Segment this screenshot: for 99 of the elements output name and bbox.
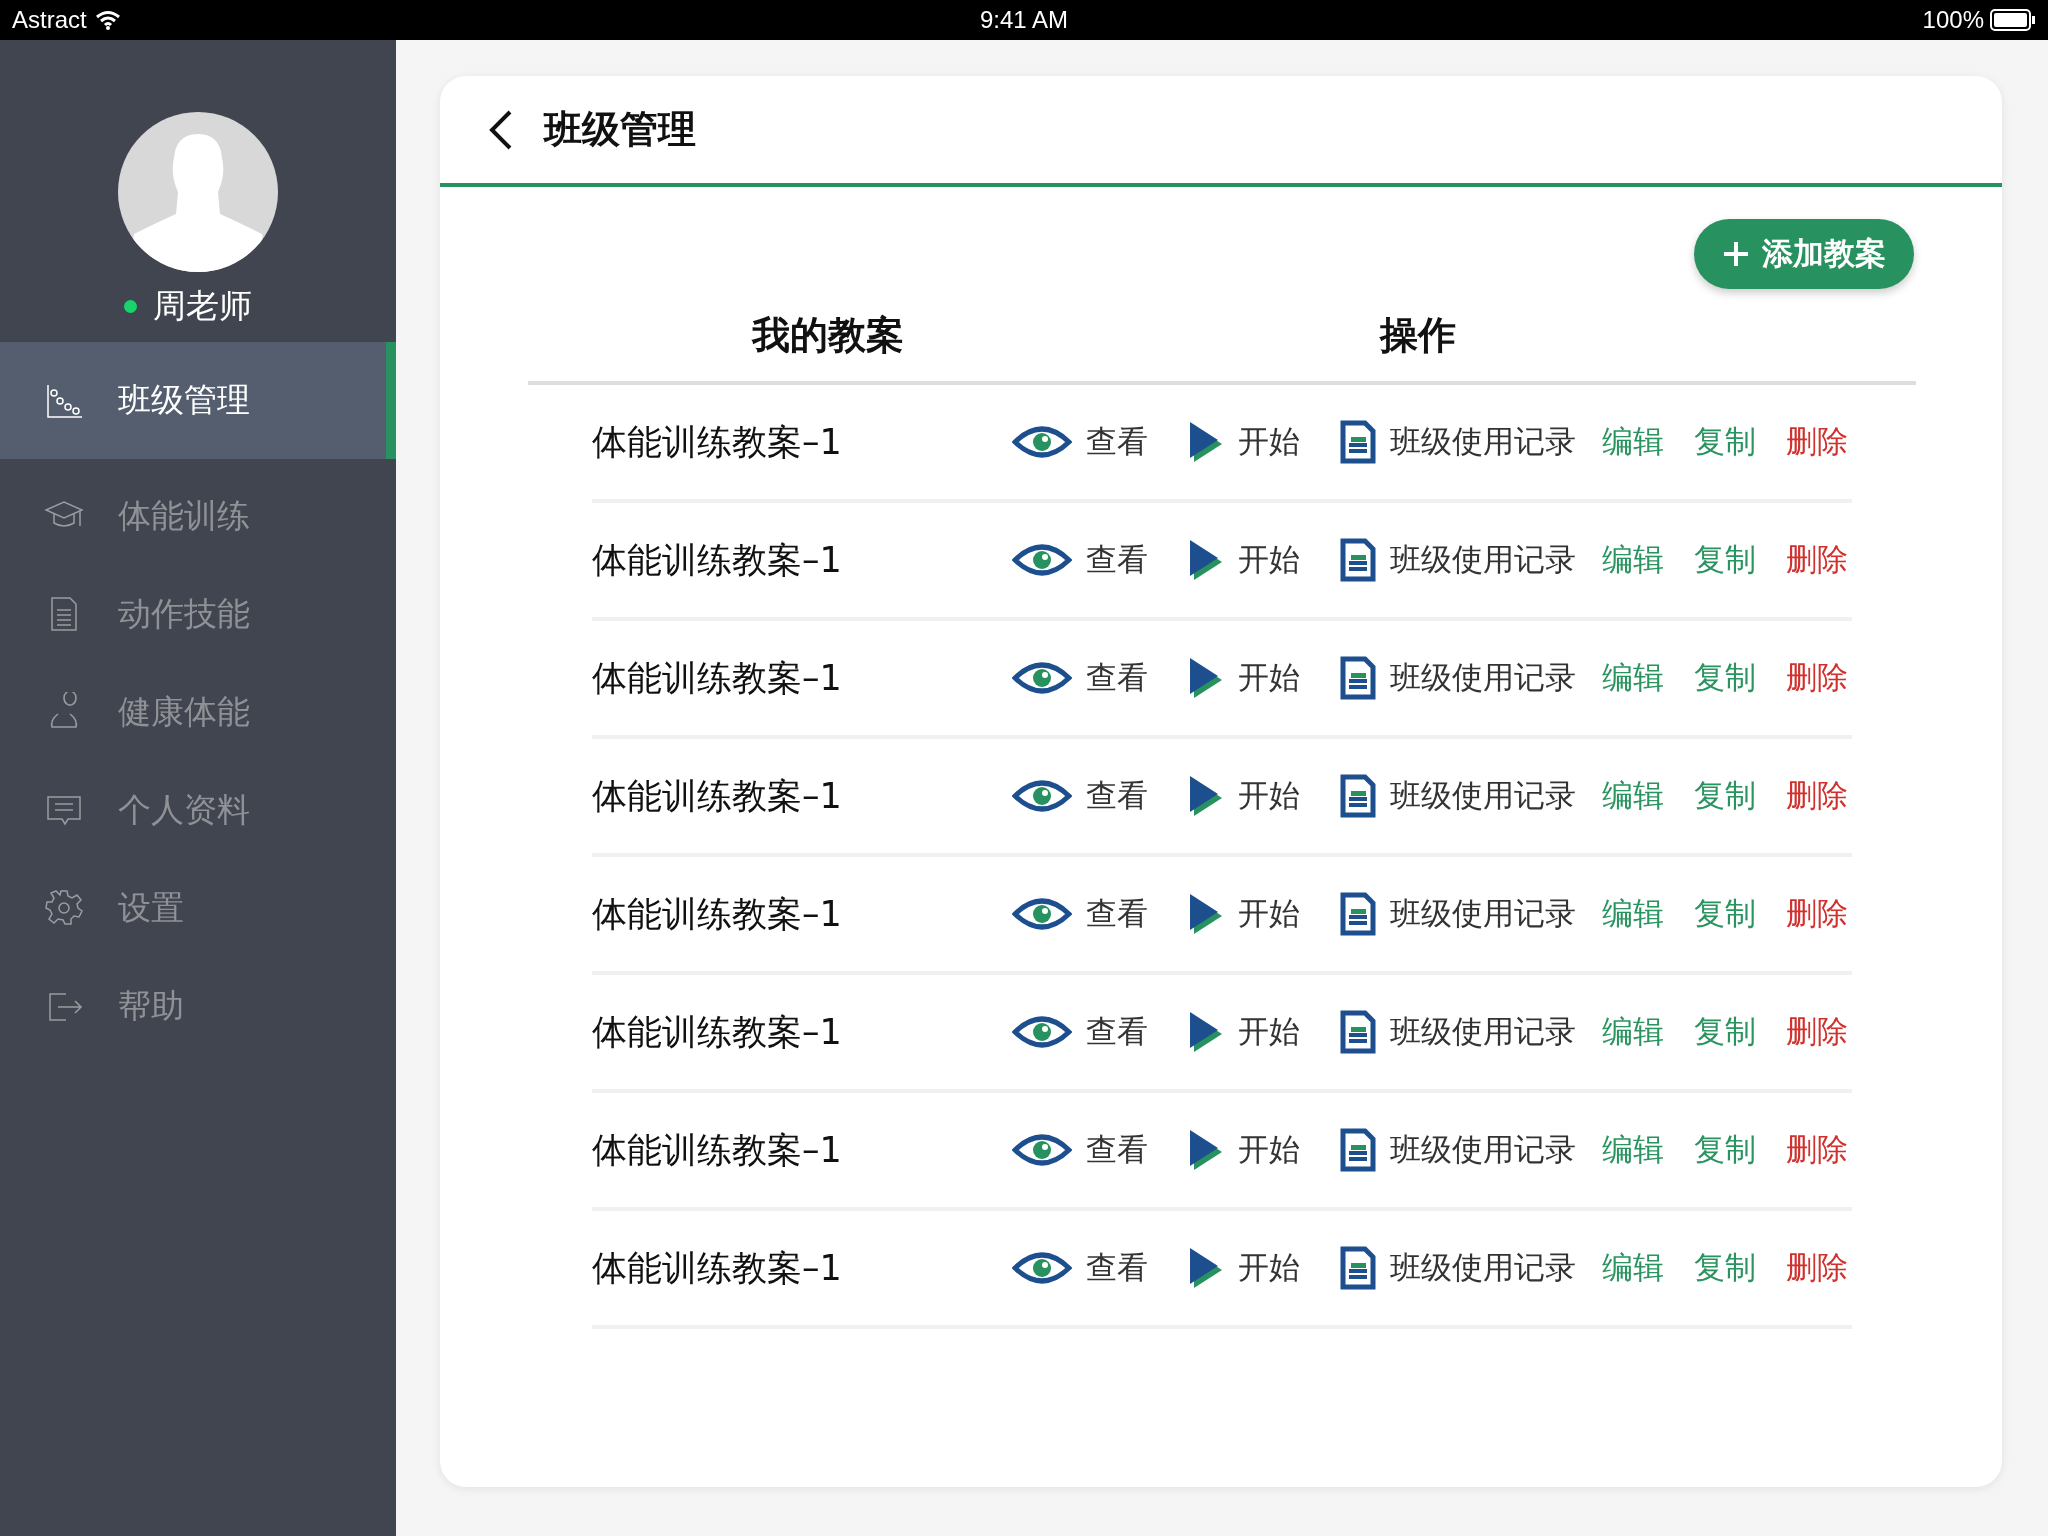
document-icon [1340,774,1376,818]
user-name: 周老师 [153,285,252,327]
action-link[interactable]: 删除 [1782,421,1852,463]
wifi-icon [94,10,121,30]
usage-record-button[interactable]: 班级使用记录 [1340,774,1576,818]
start-button[interactable]: 开始 [1188,892,1300,936]
eye-icon [1012,660,1072,696]
usage-record-button[interactable]: 班级使用记录 [1340,538,1576,582]
action-link[interactable]: 编辑 [1598,539,1668,581]
action-link[interactable]: 编辑 [1598,1011,1668,1053]
play-icon [1188,1246,1224,1290]
carrier-name: Astract [12,6,87,34]
action-link[interactable]: 编辑 [1598,1129,1668,1171]
lesson-name: 体能训练教案–1 [592,1246,843,1290]
start-button[interactable]: 开始 [1188,656,1300,700]
eye-icon [1012,1250,1072,1286]
start-button[interactable]: 开始 [1188,1010,1300,1054]
document-icon [1340,1010,1376,1054]
lesson-name: 体能训练教案–1 [592,538,843,582]
column-header: 操作 [1380,311,1456,359]
sidebar-item[interactable]: 班级管理 [0,342,396,459]
view-button[interactable]: 查看 [1012,539,1148,581]
start-button[interactable]: 开始 [1188,774,1300,818]
action-link[interactable]: 编辑 [1598,657,1668,699]
sidebar-item[interactable]: 健康体能 [0,663,396,761]
plus-icon [1722,240,1750,268]
lesson-name: 体能训练教案–1 [592,656,843,700]
view-button[interactable]: 查看 [1012,893,1148,935]
action-link[interactable]: 复制 [1690,421,1760,463]
start-button[interactable]: 开始 [1188,420,1300,464]
play-icon [1188,892,1224,936]
action-link[interactable]: 删除 [1782,775,1852,817]
action-link[interactable]: 编辑 [1598,421,1668,463]
column-header: 我的教案 [752,311,904,359]
start-button[interactable]: 开始 [1188,538,1300,582]
action-link[interactable]: 编辑 [1598,893,1668,935]
document-icon [1340,1246,1376,1290]
lesson-name: 体能训练教案–1 [592,774,843,818]
lesson-name: 体能训练教案–1 [592,1010,843,1054]
battery-percent: 100% [1922,6,1984,34]
eye-icon [1012,1014,1072,1050]
action-link[interactable]: 复制 [1690,657,1760,699]
eye-icon [1012,542,1072,578]
sidebar-item[interactable]: 动作技能 [0,565,396,663]
eye-icon [1012,778,1072,814]
usage-record-button[interactable]: 班级使用记录 [1340,1010,1576,1054]
action-link[interactable]: 删除 [1782,1011,1852,1053]
action-link[interactable]: 编辑 [1598,775,1668,817]
view-button[interactable]: 查看 [1012,775,1148,817]
document-icon [1340,1128,1376,1172]
usage-record-button[interactable]: 班级使用记录 [1340,1128,1576,1172]
action-link[interactable]: 复制 [1690,775,1760,817]
action-link[interactable]: 删除 [1782,657,1852,699]
sidebar-item[interactable]: 个人资料 [0,761,396,859]
page-title: 班级管理 [544,106,696,153]
action-link[interactable]: 复制 [1690,1129,1760,1171]
view-button[interactable]: 查看 [1012,1247,1148,1289]
usage-record-button[interactable]: 班级使用记录 [1340,420,1576,464]
view-button[interactable]: 查看 [1012,1011,1148,1053]
usage-record-button[interactable]: 班级使用记录 [1340,892,1576,936]
action-link[interactable]: 编辑 [1598,1247,1668,1289]
settings-icon [44,888,84,928]
play-icon [1188,538,1224,582]
add-lesson-button[interactable]: 添加教案 [1694,219,1914,289]
view-button[interactable]: 查看 [1012,657,1148,699]
play-icon [1188,1010,1224,1054]
play-icon [1188,420,1224,464]
action-link[interactable]: 删除 [1782,1129,1852,1171]
sidebar-item[interactable]: 体能训练 [0,467,396,565]
play-icon [1188,656,1224,700]
document-icon [1340,656,1376,700]
action-link[interactable]: 删除 [1782,893,1852,935]
action-link[interactable]: 删除 [1782,539,1852,581]
view-button[interactable]: 查看 [1012,1129,1148,1171]
eye-icon [1012,1132,1072,1168]
document-icon [1340,538,1376,582]
play-icon [1188,1128,1224,1172]
eye-icon [1012,896,1072,932]
start-button[interactable]: 开始 [1188,1128,1300,1172]
lesson-name: 体能训练教案–1 [592,1128,843,1172]
clock-time: 9:41 AM [979,6,1069,34]
action-link[interactable]: 复制 [1690,539,1760,581]
action-link[interactable]: 复制 [1690,1011,1760,1053]
lesson-name: 体能训练教案–1 [592,420,843,464]
document-icon [1340,892,1376,936]
usage-record-button[interactable]: 班级使用记录 [1340,656,1576,700]
play-icon [1188,774,1224,818]
view-button[interactable]: 查看 [1012,421,1148,463]
battery-icon [1990,9,2036,31]
sidebar-item[interactable]: 设置 [0,859,396,957]
document-icon [1340,420,1376,464]
action-link[interactable]: 复制 [1690,1247,1760,1289]
lesson-name: 体能训练教案–1 [592,892,843,936]
sidebar-item[interactable]: 帮助 [0,957,396,1055]
action-link[interactable]: 复制 [1690,893,1760,935]
action-link[interactable]: 删除 [1782,1247,1852,1289]
usage-record-button[interactable]: 班级使用记录 [1340,1246,1576,1290]
eye-icon [1012,424,1072,460]
start-button[interactable]: 开始 [1188,1246,1300,1290]
